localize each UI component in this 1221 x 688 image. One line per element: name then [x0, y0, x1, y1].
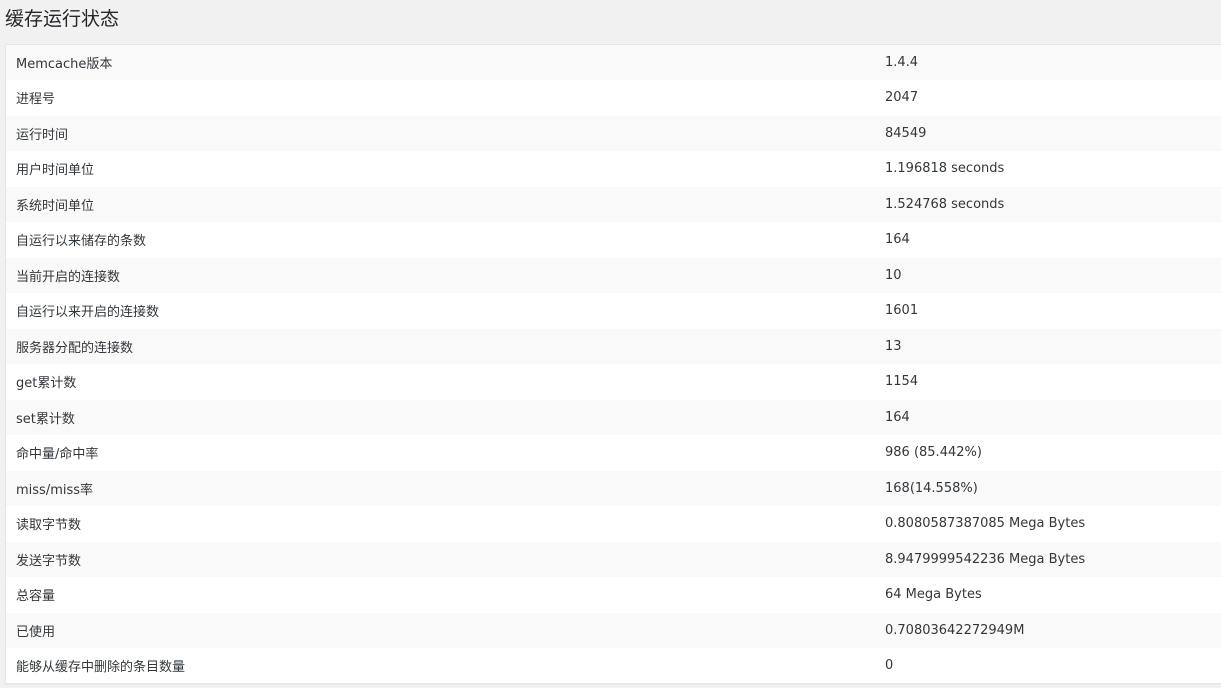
row-label: 自运行以来储存的条数	[16, 234, 147, 250]
row-value: 168(14.558%)	[885, 480, 978, 496]
row-value: 164	[885, 232, 910, 248]
row-value: 164	[885, 409, 910, 425]
table-row: 运行时间 84549	[5, 115, 1221, 151]
row-value: 2047	[885, 90, 919, 106]
row-value: 1601	[885, 303, 919, 319]
table-row: 能够从缓存中删除的条目数量 0	[5, 648, 1221, 684]
row-value: 8.9479999542236 Mega Bytes	[885, 551, 1086, 567]
table-row: 用户时间单位 1.196818 seconds	[5, 151, 1221, 187]
row-label: 自运行以来开启的连接数	[16, 305, 160, 321]
row-value: 1154	[885, 374, 919, 390]
row-label: get累计数	[16, 376, 77, 392]
row-label: 进程号	[16, 92, 56, 108]
row-label: 系统时间单位	[16, 198, 95, 214]
table-row: 已使用 0.70803642272949M	[5, 612, 1221, 648]
row-label: 服务器分配的连接数	[16, 340, 134, 356]
table-row: get累计数 1154	[5, 364, 1221, 400]
table-row: 总容量 64 Mega Bytes	[5, 577, 1221, 613]
row-label: 总容量	[16, 589, 56, 605]
row-label: Memcache版本	[16, 57, 113, 72]
table-row: 发送字节数 8.9479999542236 Mega Bytes	[5, 541, 1221, 577]
row-value: 84549	[885, 125, 927, 141]
row-value: 1.196818 seconds	[885, 161, 1005, 177]
row-value: 0.8080587387085 Mega Bytes	[885, 516, 1086, 532]
row-value: 0.70803642272949M	[885, 622, 1025, 638]
row-label: 读取字节数	[16, 518, 82, 534]
cache-status-table: Memcache版本 1.4.4 进程号 2047 运行时间 84549 用户时…	[5, 44, 1221, 684]
row-value: 1.4.4	[885, 55, 919, 70]
table-row: 进程号 2047	[5, 80, 1221, 116]
table-row: 自运行以来开启的连接数 1601	[5, 293, 1221, 329]
table-row: 服务器分配的连接数 13	[5, 328, 1221, 364]
row-value: 10	[885, 267, 902, 283]
row-label: 已使用	[16, 624, 56, 640]
table-row: miss/miss率 168(14.558%)	[5, 470, 1221, 506]
row-label: 用户时间单位	[16, 163, 95, 179]
table-row: 系统时间单位 1.524768 seconds	[5, 186, 1221, 222]
row-label: 能够从缓存中删除的条目数量	[16, 660, 186, 675]
table-row: 自运行以来储存的条数 164	[5, 222, 1221, 258]
row-label: miss/miss率	[16, 482, 94, 498]
row-value: 1.524768 seconds	[885, 196, 1005, 212]
row-value: 13	[885, 338, 902, 354]
row-label: 运行时间	[16, 127, 69, 143]
table-row: 命中量/命中率 986 (85.442%)	[5, 435, 1221, 471]
page-title: 缓存运行状态	[5, 8, 120, 30]
row-label: 当前开启的连接数	[16, 269, 121, 285]
table-row: 当前开启的连接数 10	[5, 257, 1221, 293]
row-value: 64 Mega Bytes	[885, 587, 982, 603]
row-value: 986 (85.442%)	[885, 445, 982, 461]
row-label: 命中量/命中率	[16, 447, 99, 463]
row-label: set累计数	[16, 411, 75, 427]
row-label: 发送字节数	[16, 553, 82, 569]
cache-status-page: 缓存运行状态 Memcache版本 1.4.4 进程号 2047 运行时间 84…	[0, 0, 1221, 688]
row-value: 0	[885, 658, 894, 673]
table-row: 读取字节数 0.8080587387085 Mega Bytes	[5, 506, 1221, 542]
table-row: set累计数 164	[5, 399, 1221, 435]
table-row: Memcache版本 1.4.4	[5, 44, 1221, 80]
